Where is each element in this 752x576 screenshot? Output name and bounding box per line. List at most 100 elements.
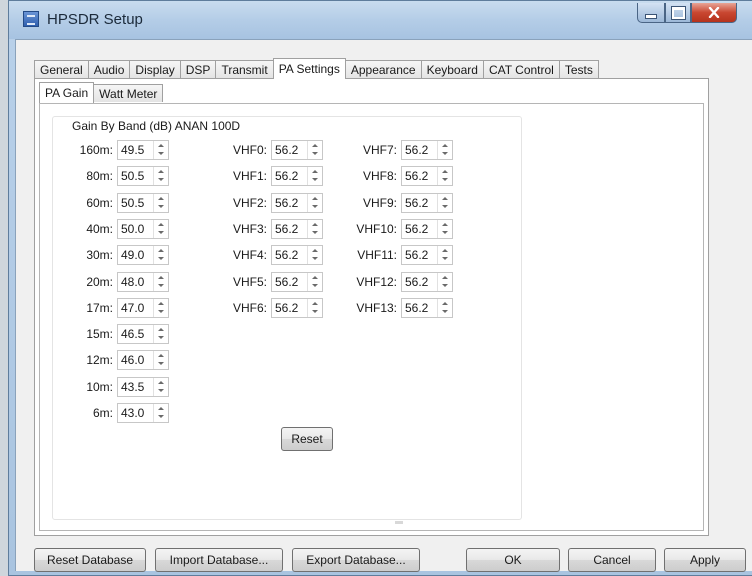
gain-spinner-vhf0[interactable]: 56.2 [271,140,323,160]
gain-value-6m[interactable]: 43.0 [118,404,153,422]
gain-value-vhf10[interactable]: 56.2 [402,220,437,238]
spin-down-icon[interactable] [154,229,168,238]
spin-up-icon[interactable] [438,141,452,150]
gain-value-vhf8[interactable]: 56.2 [402,167,437,185]
gain-value-vhf0[interactable]: 56.2 [272,141,307,159]
spin-up-icon[interactable] [438,167,452,176]
spin-down-icon[interactable] [438,229,452,238]
gain-spinner-20m[interactable]: 48.0 [117,271,169,292]
spin-down-icon[interactable] [154,203,168,212]
spin-up-icon[interactable] [154,351,168,360]
gain-value-vhf4[interactable]: 56.2 [272,246,307,264]
gain-spinner-40m[interactable]: 50.0 [117,218,169,239]
spin-up-icon[interactable] [308,299,322,308]
spin-down-icon[interactable] [154,282,168,291]
spin-up-icon[interactable] [438,246,452,255]
tab-cat-control[interactable]: CAT Control [482,60,560,78]
gain-spinner-160m[interactable]: 49.5 [117,140,169,160]
spin-down-icon[interactable] [308,282,322,291]
spin-down-icon[interactable] [154,360,168,369]
spin-down-icon[interactable] [438,150,452,159]
gain-spinner-vhf6[interactable]: 56.2 [271,297,323,318]
spin-up-icon[interactable] [438,220,452,229]
gain-value-15m[interactable]: 46.5 [118,325,153,343]
tab-audio[interactable]: Audio [87,60,131,78]
spin-down-icon[interactable] [438,282,452,291]
spin-up-icon[interactable] [438,194,452,203]
spin-down-icon[interactable] [438,203,452,212]
spin-up-icon[interactable] [154,220,168,229]
spin-up-icon[interactable] [308,246,322,255]
gain-value-80m[interactable]: 50.5 [118,167,153,185]
gain-spinner-vhf8[interactable]: 56.2 [401,166,453,187]
tab-display[interactable]: Display [129,60,181,78]
spin-up-icon[interactable] [154,378,168,387]
spin-down-icon[interactable] [154,387,168,396]
gain-value-20m[interactable]: 48.0 [118,273,153,291]
spin-up-icon[interactable] [154,246,168,255]
reset-gain-button[interactable]: Reset [281,427,333,451]
gain-spinner-vhf1[interactable]: 56.2 [271,166,323,187]
gain-value-vhf6[interactable]: 56.2 [272,299,307,317]
subtab-watt-meter[interactable]: Watt Meter [93,84,164,102]
gain-spinner-vhf11[interactable]: 56.2 [401,245,453,266]
spin-down-icon[interactable] [154,334,168,343]
maximize-icon[interactable] [665,3,691,23]
gain-spinner-17m[interactable]: 47.0 [117,297,169,318]
gain-value-vhf9[interactable]: 56.2 [402,194,437,212]
gain-spinner-10m[interactable]: 43.5 [117,376,169,397]
spin-down-icon[interactable] [438,176,452,185]
gain-value-30m[interactable]: 49.0 [118,246,153,264]
spin-up-icon[interactable] [154,299,168,308]
gain-spinner-vhf4[interactable]: 56.2 [271,245,323,266]
gain-value-vhf13[interactable]: 56.2 [402,299,437,317]
spin-down-icon[interactable] [308,229,322,238]
gain-spinner-vhf12[interactable]: 56.2 [401,271,453,292]
gain-spinner-30m[interactable]: 49.0 [117,245,169,266]
gain-value-17m[interactable]: 47.0 [118,299,153,317]
gain-spinner-6m[interactable]: 43.0 [117,403,169,423]
spin-up-icon[interactable] [154,194,168,203]
tab-tests[interactable]: Tests [558,60,599,78]
gain-value-vhf5[interactable]: 56.2 [272,273,307,291]
gain-value-160m[interactable]: 49.5 [118,141,153,159]
gain-value-vhf1[interactable]: 56.2 [272,167,307,185]
spin-up-icon[interactable] [308,194,322,203]
spin-down-icon[interactable] [154,255,168,264]
spin-up-icon[interactable] [308,141,322,150]
gain-value-12m[interactable]: 46.0 [118,351,153,369]
spin-down-icon[interactable] [308,203,322,212]
apply-button[interactable]: Apply [664,548,746,572]
gain-spinner-15m[interactable]: 46.5 [117,324,169,345]
export-database-button[interactable]: Export Database... [292,548,420,572]
gain-value-vhf11[interactable]: 56.2 [402,246,437,264]
ok-button[interactable]: OK [466,548,560,572]
spin-up-icon[interactable] [154,273,168,282]
spin-up-icon[interactable] [154,325,168,334]
tab-pa-settings[interactable]: PA Settings [272,58,346,79]
spin-up-icon[interactable] [438,299,452,308]
gain-spinner-80m[interactable]: 50.5 [117,166,169,187]
spin-down-icon[interactable] [308,150,322,159]
spin-down-icon[interactable] [438,255,452,264]
tab-transmit[interactable]: Transmit [215,60,274,78]
gain-spinner-vhf3[interactable]: 56.2 [271,218,323,239]
spin-down-icon[interactable] [438,308,452,317]
spin-up-icon[interactable] [308,167,322,176]
gain-spinner-vhf9[interactable]: 56.2 [401,192,453,213]
close-icon[interactable] [691,3,737,23]
gain-value-vhf12[interactable]: 56.2 [402,273,437,291]
spin-up-icon[interactable] [154,141,168,150]
gain-value-60m[interactable]: 50.5 [118,194,153,212]
cancel-button[interactable]: Cancel [568,548,656,572]
title-bar[interactable]: HPSDR Setup [9,1,752,39]
spin-down-icon[interactable] [308,308,322,317]
gain-spinner-12m[interactable]: 46.0 [117,350,169,371]
spin-down-icon[interactable] [154,308,168,317]
spin-down-icon[interactable] [154,150,168,159]
minimize-icon[interactable] [637,3,665,23]
gain-value-vhf7[interactable]: 56.2 [402,141,437,159]
gain-value-vhf3[interactable]: 56.2 [272,220,307,238]
tab-dsp[interactable]: DSP [179,60,217,78]
spin-up-icon[interactable] [438,273,452,282]
